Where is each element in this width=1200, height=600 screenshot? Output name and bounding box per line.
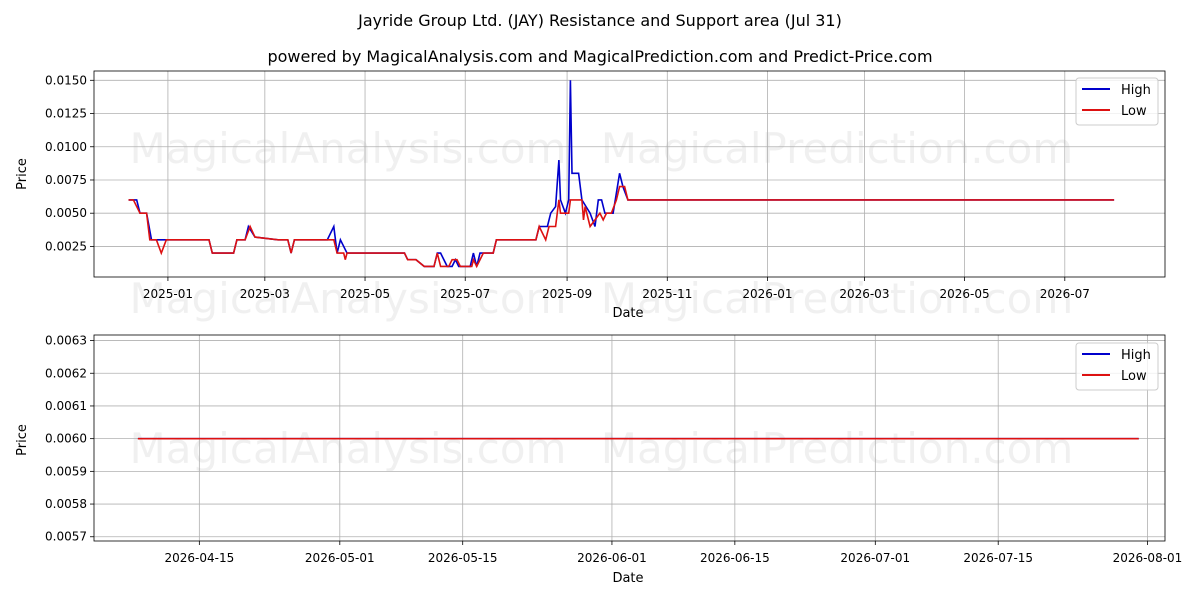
x-tick-label: 2026-03 <box>839 287 889 301</box>
x-tick-label: 2026-05 <box>940 287 990 301</box>
x-tick-label: 2026-08-01 <box>1113 551 1183 565</box>
x-tick-label: 2026-06-01 <box>577 551 647 565</box>
x-tick-label: 2026-05-15 <box>428 551 498 565</box>
legend-high-label: High <box>1121 348 1151 363</box>
x-tick-label: 2026-05-01 <box>305 551 375 565</box>
y-tick-label: 0.0057 <box>45 530 87 544</box>
y-tick-label: 0.0150 <box>45 73 87 87</box>
series-line-high <box>128 80 1115 268</box>
x-tick-label: 2025-09 <box>542 287 592 301</box>
x-axis-label: Date <box>612 571 643 586</box>
y-axis-label: Price <box>15 424 30 456</box>
series-line-low <box>128 185 1115 269</box>
watermark-right: MagicalPrediction.com <box>601 124 1074 173</box>
x-tick-label: 2026-01 <box>742 287 792 301</box>
x-tick-label: 2026-07-01 <box>840 551 910 565</box>
y-tick-label: 0.0125 <box>45 107 87 121</box>
figure: Jayride Group Ltd. (JAY) Resistance and … <box>15 11 1182 586</box>
grid-lines <box>94 71 1165 277</box>
chart-subtitle: powered by MagicalAnalysis.com and Magic… <box>267 47 932 66</box>
y-tick-label: 0.0059 <box>45 464 87 478</box>
y-tick-label: 0.0050 <box>45 206 87 220</box>
y-tick-label: 0.0025 <box>45 239 87 253</box>
x-axis-label: Date <box>612 306 643 321</box>
legend-low-label: Low <box>1121 369 1147 384</box>
series-lines <box>128 80 1115 269</box>
y-tick-label: 0.0063 <box>45 334 87 348</box>
x-tick-label: 2025-03 <box>240 287 290 301</box>
watermark-left-bottom: MagicalAnalysis.com <box>130 424 567 473</box>
legend-high-label: High <box>1121 83 1151 98</box>
y-tick-label: 0.0075 <box>45 173 87 187</box>
y-tick-label: 0.0058 <box>45 497 87 511</box>
legend: High Low <box>1075 342 1159 391</box>
chart-title: Jayride Group Ltd. (JAY) Resistance and … <box>357 11 842 30</box>
y-tick-label: 0.0100 <box>45 140 87 154</box>
y-tick-label: 0.0061 <box>45 399 87 413</box>
y-axis-label: Price <box>15 158 30 190</box>
y-tick-label: 0.0062 <box>45 366 87 380</box>
watermark-right-bottom: MagicalPrediction.com <box>601 424 1074 473</box>
x-tick-label: 2026-06-15 <box>700 551 770 565</box>
y-tick-label: 0.0060 <box>45 432 87 446</box>
legend-low-label: Low <box>1121 104 1147 119</box>
top-price-panel: MagicalAnalysis.com MagicalPrediction.co… <box>15 70 1166 323</box>
x-tick-label: 2025-07 <box>440 287 490 301</box>
watermark-left: MagicalAnalysis.com <box>130 124 567 173</box>
x-tick-label: 2025-11 <box>642 287 692 301</box>
x-tick-label: 2025-01 <box>143 287 193 301</box>
x-tick-label: 2026-07 <box>1040 287 1090 301</box>
x-tick-label: 2026-07-15 <box>963 551 1033 565</box>
x-tick-label: 2025-05 <box>340 287 390 301</box>
legend: High Low <box>1075 77 1159 126</box>
x-tick-label: 2026-04-15 <box>164 551 234 565</box>
watermark-group-bottom: MagicalAnalysis.com MagicalPrediction.co… <box>130 424 1074 473</box>
bottom-price-panel: MagicalAnalysis.com MagicalPrediction.co… <box>15 334 1182 586</box>
